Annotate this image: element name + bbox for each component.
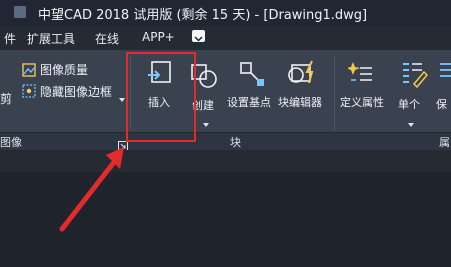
single-attribute-icon[interactable] xyxy=(400,60,429,94)
menu-expand-icon[interactable] xyxy=(192,30,205,42)
define-attribute-icon[interactable] xyxy=(346,59,376,93)
app-icon xyxy=(14,6,26,18)
save-attribute-icon[interactable] xyxy=(438,60,451,94)
create-dropdown-icon[interactable] xyxy=(203,113,209,132)
save-attribute-button[interactable]: 保 xyxy=(436,96,447,112)
single-attribute-button[interactable]: 单个 xyxy=(398,96,420,112)
block-panel-label: 块 xyxy=(230,136,241,149)
block-editor-icon[interactable] xyxy=(286,59,320,93)
menu-item-online[interactable]: 在线 xyxy=(95,30,119,47)
dropdown-arrow-icon[interactable] xyxy=(119,88,125,107)
menu-item-extensions[interactable]: 扩展工具 xyxy=(27,30,75,47)
menu-item-fragment[interactable]: 件 xyxy=(4,30,16,47)
single-dropdown-icon[interactable] xyxy=(408,113,414,132)
set-base-point-icon[interactable] xyxy=(238,60,266,94)
image-quality-button[interactable]: 图像质量 xyxy=(40,61,88,78)
attr-panel-label: 属 xyxy=(439,136,450,149)
menu-item-app[interactable]: APP+ xyxy=(142,30,175,44)
image-quality-icon xyxy=(22,62,36,81)
title-bar: 中望CAD 2018 试用版 (剩余 15 天) - [Drawing1.dwg… xyxy=(0,0,451,26)
window-title: 中望CAD 2018 试用版 (剩余 15 天) - [Drawing1.dwg… xyxy=(38,8,368,23)
set-base-point-button[interactable]: 设置基点 xyxy=(227,94,271,110)
block-editor-button[interactable]: 块编辑器 xyxy=(278,94,322,110)
menu-bar: 件 扩展工具 在线 APP+ xyxy=(0,26,451,50)
red-arrow-annotation xyxy=(58,145,138,239)
define-attribute-button[interactable]: 定义属性 xyxy=(340,94,384,110)
panel-separator xyxy=(334,56,335,130)
hide-image-frame-button[interactable]: 隐藏图像边框 xyxy=(40,83,112,100)
hide-image-frame-icon xyxy=(22,83,36,102)
image-panel-label: 图像 xyxy=(0,136,22,149)
clip-button[interactable]: 剪 xyxy=(0,90,12,107)
highlight-box xyxy=(126,52,196,142)
